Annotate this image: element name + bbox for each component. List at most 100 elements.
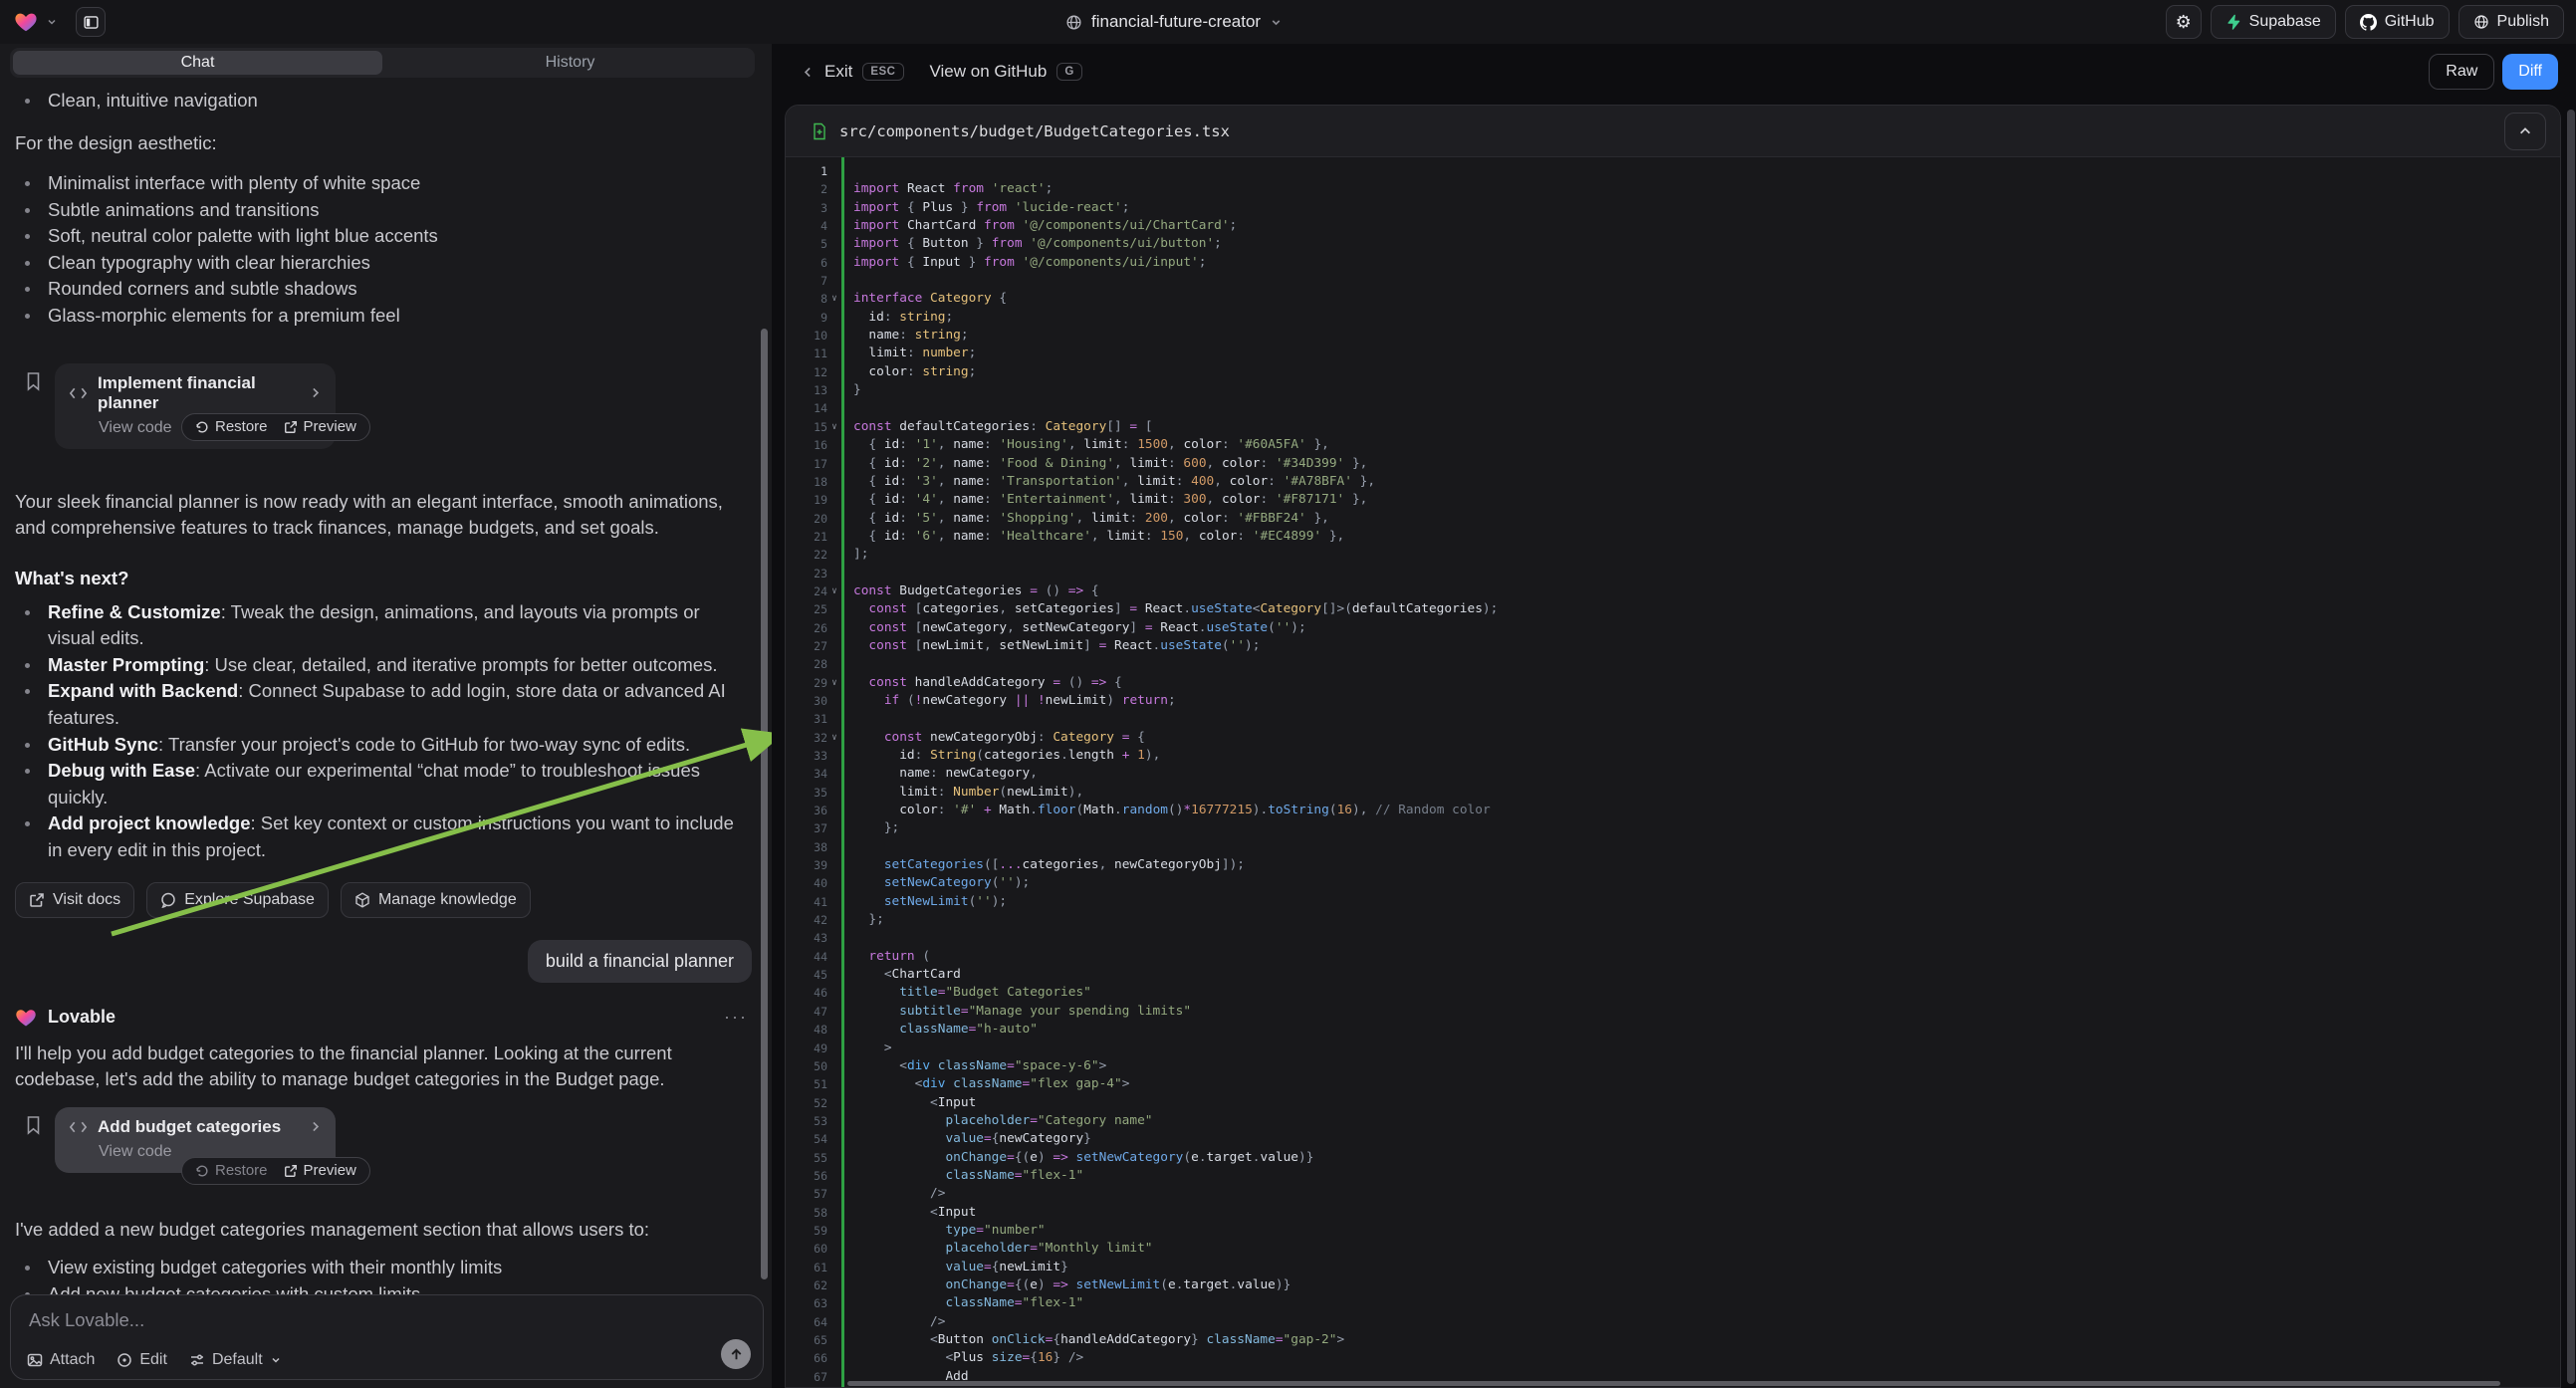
line-number: 23 <box>786 565 827 582</box>
raw-toggle-button[interactable]: Raw <box>2429 54 2494 90</box>
line-number: 56 <box>786 1167 827 1185</box>
fold-chevron-icon[interactable]: ∨ <box>827 418 841 436</box>
code-line: 10 name: string; <box>786 327 2560 345</box>
scrolled-bullet-list: Clean, intuitive navigation <box>15 88 752 115</box>
view-on-github-button[interactable]: View on GitHub G <box>930 62 1082 82</box>
fold-gutter <box>827 637 841 655</box>
line-number: 34 <box>786 765 827 783</box>
line-number: 27 <box>786 637 827 655</box>
code-line: 37 }; <box>786 819 2560 837</box>
fold-gutter <box>827 1003 841 1021</box>
fold-gutter <box>827 819 841 837</box>
supabase-button[interactable]: Supabase <box>2211 5 2336 39</box>
exit-button[interactable]: Exit ESC <box>802 62 904 82</box>
attach-button[interactable]: Attach <box>27 1351 95 1369</box>
line-number: 19 <box>786 491 827 509</box>
line-number: 50 <box>786 1057 827 1075</box>
line-number: 45 <box>786 966 827 984</box>
list-item: Master Prompting: Use clear, detailed, a… <box>15 652 752 679</box>
restore-button[interactable]: Restore <box>195 418 268 435</box>
code-horizontal-scrollbar[interactable] <box>847 1381 2500 1386</box>
chevron-down-icon <box>270 1354 282 1366</box>
code-line: 56 className="flex-1" <box>786 1167 2560 1185</box>
line-number: 66 <box>786 1349 827 1367</box>
chat-panel: Chat History Clean, intuitive navigation… <box>0 44 772 1388</box>
chat-input[interactable] <box>29 1309 666 1335</box>
fold-gutter <box>827 1331 841 1349</box>
chat-history-tabs: Chat History <box>10 48 755 78</box>
code-line: 29∨ const handleAddCategory = () => { <box>786 674 2560 692</box>
fold-gutter <box>827 436 841 454</box>
code-line: 13} <box>786 381 2560 399</box>
code-line: 17 { id: '2', name: 'Food & Dining', lim… <box>786 455 2560 473</box>
line-number: 67 <box>786 1368 827 1386</box>
restore-button[interactable]: Restore <box>195 1162 268 1179</box>
line-number: 24 <box>786 582 827 600</box>
project-switcher[interactable]: financial-future-creator <box>1065 0 1283 44</box>
fold-gutter <box>827 1204 841 1222</box>
fold-gutter <box>827 1349 841 1367</box>
code-vertical-scrollbar[interactable] <box>2567 110 2575 1384</box>
manage-knowledge-button[interactable]: Manage knowledge <box>341 882 531 918</box>
fold-gutter <box>827 363 841 381</box>
fold-gutter <box>827 1294 841 1312</box>
project-chevron-down-icon <box>1270 16 1283 29</box>
code-line: 36 color: '#' + Math.floor(Math.random()… <box>786 802 2560 819</box>
tab-chat[interactable]: Chat <box>13 51 382 75</box>
line-number: 12 <box>786 363 827 381</box>
visit-docs-button[interactable]: Visit docs <box>15 882 134 918</box>
fold-chevron-icon[interactable]: ∨ <box>827 674 841 692</box>
line-number: 65 <box>786 1331 827 1349</box>
design-intro-text: For the design aesthetic: <box>15 130 752 157</box>
fold-chevron-icon[interactable]: ∨ <box>827 729 841 747</box>
line-number: 1 <box>786 162 827 180</box>
code-line: 47 subtitle="Manage your spending limits… <box>786 1003 2560 1021</box>
code-line: 44 return ( <box>786 948 2560 966</box>
file-header[interactable]: src/components/budget/BudgetCategories.t… <box>786 106 2560 157</box>
send-button[interactable] <box>721 1339 751 1369</box>
tab-history[interactable]: History <box>385 48 755 78</box>
assistant-name: Lovable <box>48 1007 116 1028</box>
lovable-logo-icon[interactable] <box>14 10 38 34</box>
publish-globe-icon <box>2473 14 2489 30</box>
publish-button[interactable]: Publish <box>2459 5 2564 39</box>
code-line: 46 title="Budget Categories" <box>786 984 2560 1002</box>
assistant-reply-1: I'll help you add budget categories to t… <box>15 1041 752 1093</box>
fold-gutter <box>827 180 841 198</box>
edit-button[interactable]: Edit <box>117 1351 167 1369</box>
line-number: 64 <box>786 1313 827 1331</box>
line-number: 37 <box>786 819 827 837</box>
preview-button[interactable]: Preview <box>284 1162 356 1179</box>
esc-key-badge: ESC <box>862 63 903 81</box>
fold-gutter <box>827 893 841 911</box>
bookmark-icon[interactable] <box>25 1115 42 1135</box>
diff-toggle-button[interactable]: Diff <box>2502 54 2558 90</box>
fold-gutter <box>827 1040 841 1057</box>
code-line: 15∨const defaultCategories: Category[] =… <box>786 418 2560 436</box>
line-number: 30 <box>786 692 827 710</box>
collapse-file-button[interactable] <box>2504 113 2546 150</box>
feature-bullet-list: View existing budget categories with the… <box>15 1255 752 1294</box>
github-button[interactable]: GitHub <box>2345 5 2450 39</box>
fold-gutter <box>827 272 841 290</box>
code-line: 25 const [categories, setCategories] = R… <box>786 600 2560 618</box>
mode-selector[interactable]: Default <box>189 1351 282 1369</box>
fold-chevron-icon[interactable]: ∨ <box>827 290 841 308</box>
bookmark-icon[interactable] <box>25 371 42 391</box>
settings-button[interactable]: ⚙ <box>2166 5 2202 39</box>
code-line: 48 className="h-auto" <box>786 1021 2560 1039</box>
fold-gutter <box>827 455 841 473</box>
chat-scrollbar[interactable] <box>761 329 768 1279</box>
code-brackets-icon <box>69 1120 88 1134</box>
preview-button[interactable]: Preview <box>284 418 356 435</box>
toggle-sidebar-button[interactable] <box>76 7 106 37</box>
code-editor[interactable]: 12import React from 'react';3import { Pl… <box>786 157 2560 1388</box>
code-line: 62 onChange={(e) => setNewLimit(e.target… <box>786 1276 2560 1294</box>
explore-supabase-button[interactable]: Explore Supabase <box>146 882 329 918</box>
code-line: 50 <div className="space-y-6"> <box>786 1057 2560 1075</box>
logo-menu-chevron-icon[interactable] <box>46 16 58 28</box>
message-options-icon[interactable]: ··· <box>724 1007 748 1028</box>
fold-chevron-icon[interactable]: ∨ <box>827 582 841 600</box>
whats-next-list: Refine & Customize: Tweak the design, an… <box>15 599 752 864</box>
code-line: 51 <div className="flex gap-4"> <box>786 1075 2560 1093</box>
